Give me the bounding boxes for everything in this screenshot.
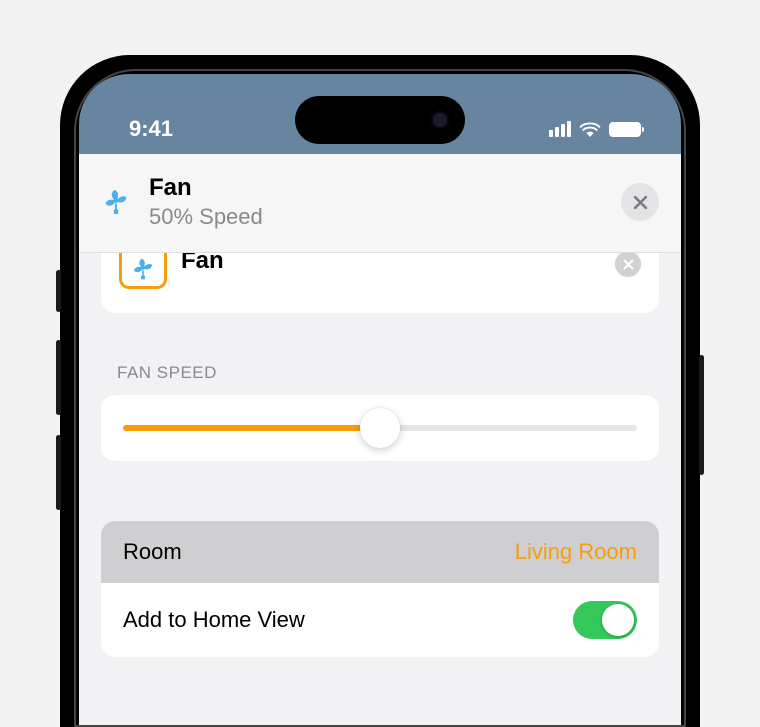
room-label: Room [123, 539, 182, 565]
sheet-subtitle: 50% Speed [149, 204, 603, 230]
sheet-title: Fan [149, 174, 603, 202]
room-row[interactable]: Room Living Room [101, 521, 659, 583]
close-icon [633, 195, 648, 210]
home-view-label: Add to Home View [123, 607, 305, 633]
room-value: Living Room [515, 539, 637, 565]
dynamic-island [295, 96, 465, 144]
battery-icon [609, 122, 641, 137]
fan-icon [101, 187, 131, 217]
fan-icon [130, 256, 156, 282]
accessory-title: Fan [181, 253, 601, 275]
home-view-row: Add to Home View [101, 583, 659, 657]
status-icons [549, 121, 641, 137]
phone-frame: 9:41 [60, 55, 700, 727]
slider-fill [123, 425, 380, 431]
settings-list: Room Living Room Add to Home View [101, 521, 659, 657]
fan-speed-slider-card [101, 395, 659, 461]
front-camera [431, 111, 449, 129]
toggle-knob [602, 604, 634, 636]
accessory-close-button[interactable] [615, 253, 641, 277]
wifi-icon [579, 121, 601, 137]
screen: 9:41 [79, 74, 681, 725]
accessory-card[interactable]: Fan [101, 253, 659, 313]
fan-speed-label: FAN SPEED [117, 363, 643, 383]
sheet-header: Fan 50% Speed [79, 154, 681, 253]
volume-down-button [56, 435, 61, 510]
close-button[interactable] [621, 183, 659, 221]
cellular-signal-icon [549, 121, 571, 137]
side-button [56, 270, 61, 312]
home-view-toggle[interactable] [573, 601, 637, 639]
power-button [699, 355, 704, 475]
fan-speed-slider[interactable] [123, 425, 637, 431]
sheet-content: Fan 50% Speed [79, 154, 681, 725]
close-icon [623, 259, 634, 270]
status-time: 9:41 [129, 116, 173, 142]
slider-thumb[interactable] [360, 408, 400, 448]
accessory-icon-box [119, 253, 167, 289]
volume-up-button [56, 340, 61, 415]
